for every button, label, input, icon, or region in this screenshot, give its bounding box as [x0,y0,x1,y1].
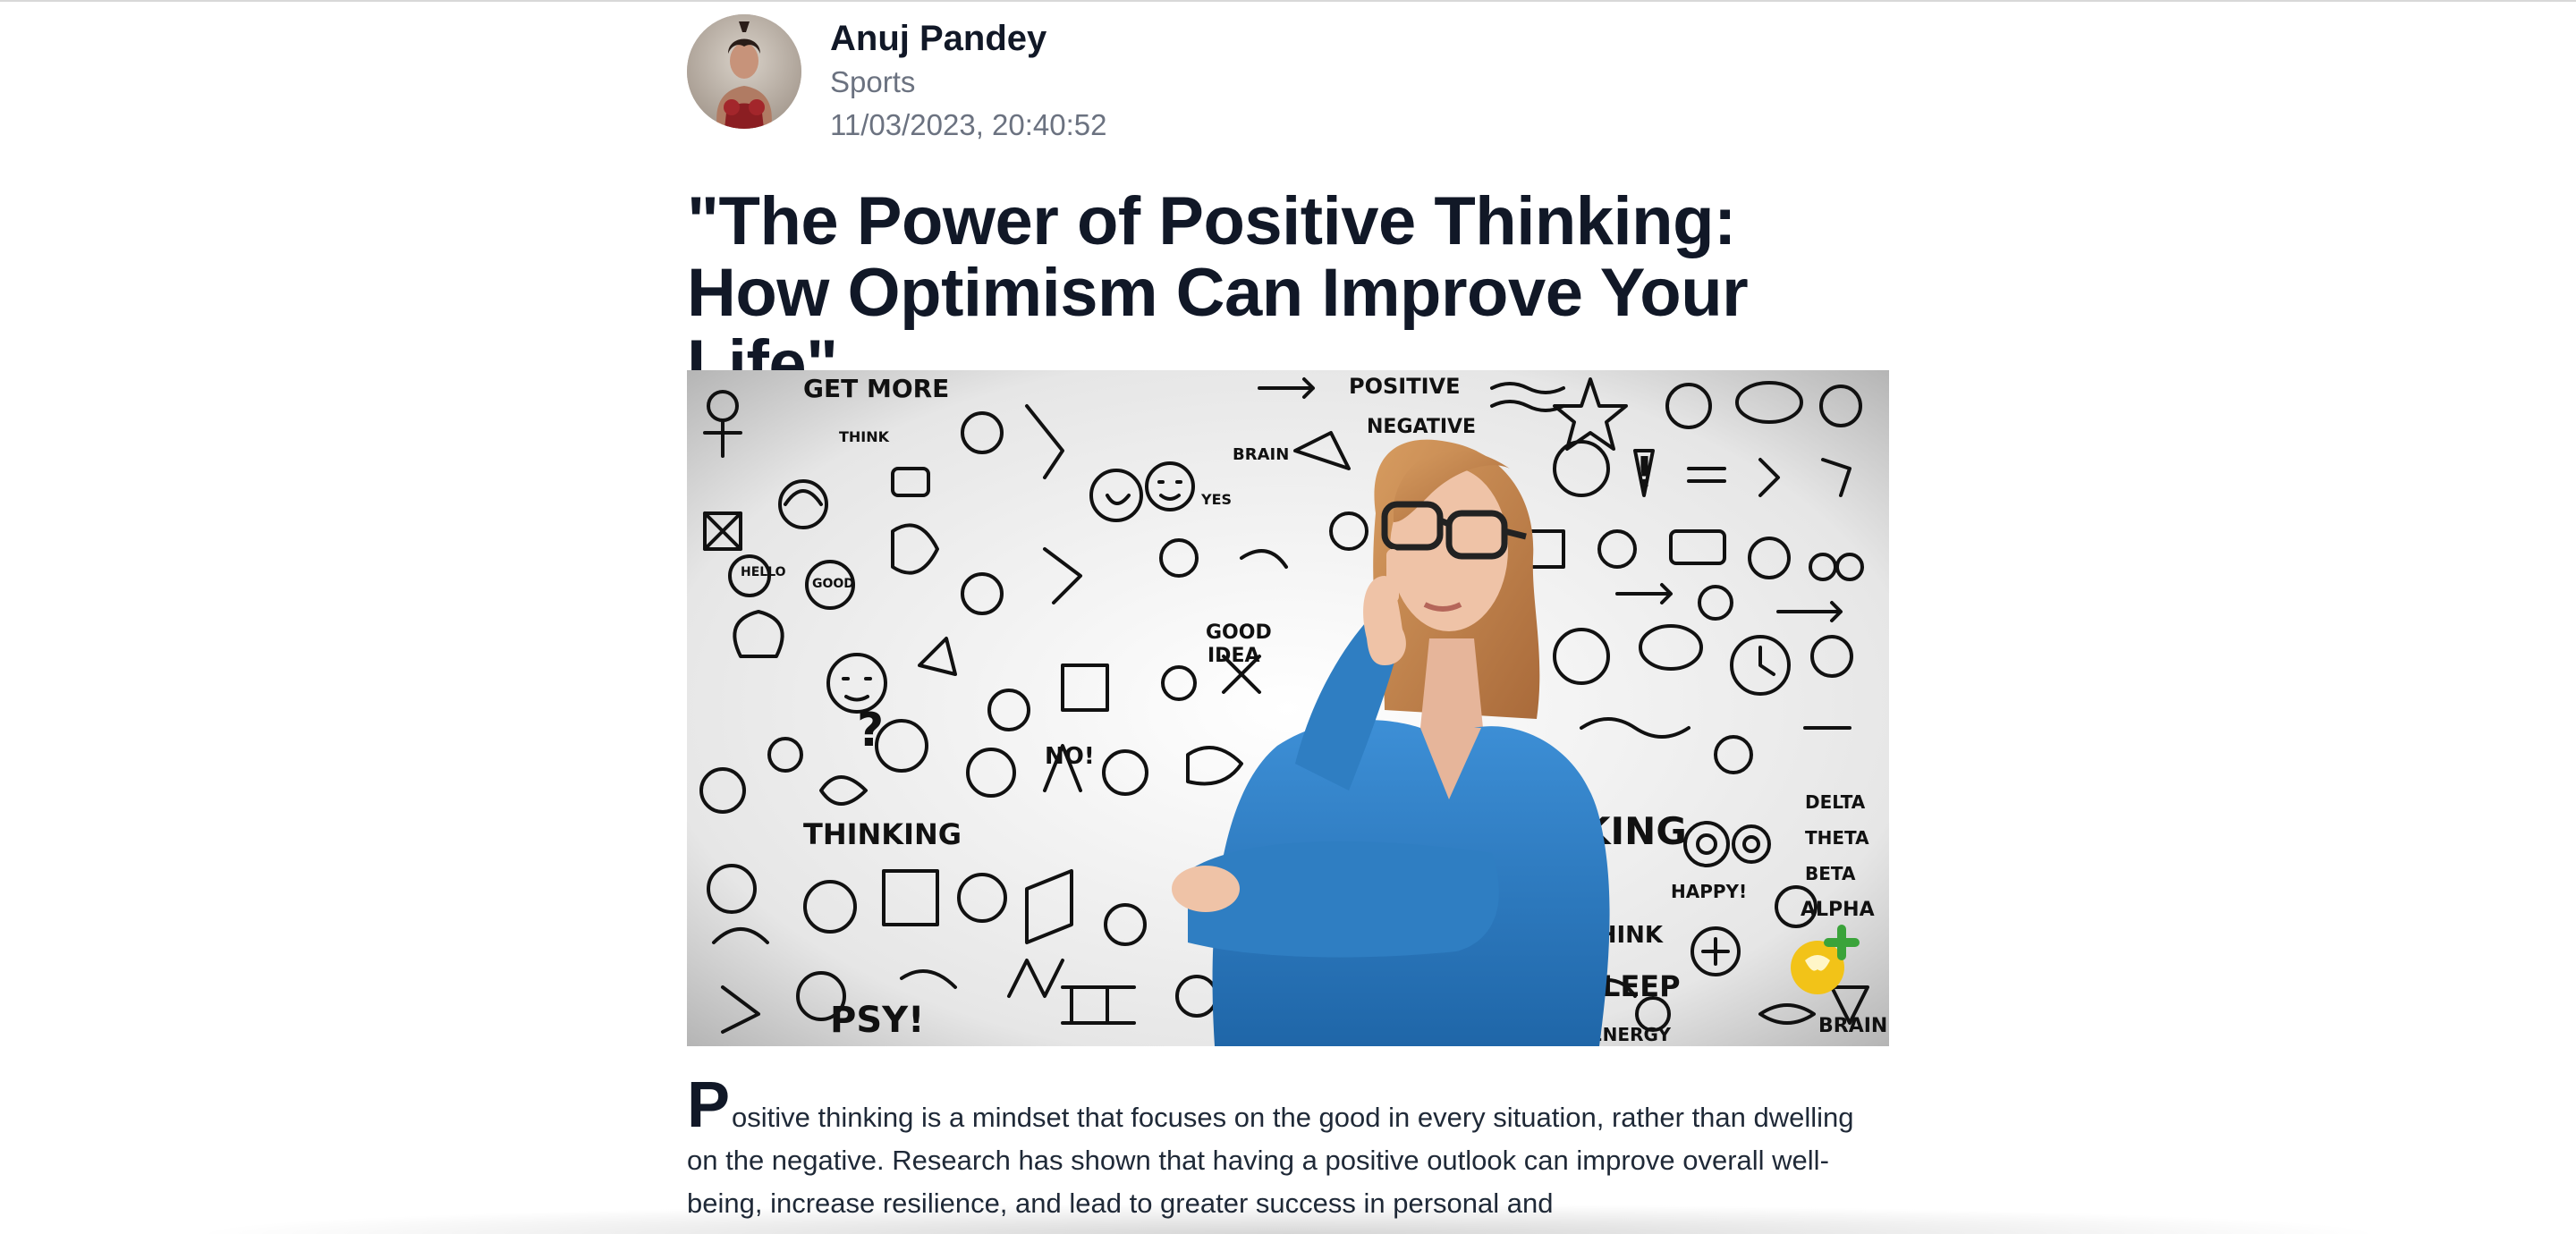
svg-text:NEGATIVE: NEGATIVE [1367,416,1476,438]
drop-cap: P [687,1069,731,1141]
svg-text:GET MORE: GET MORE [803,374,949,403]
svg-text:BETA: BETA [1805,863,1856,884]
svg-text:GOOD: GOOD [1206,621,1272,644]
hero-image: GET MORE THINK POSITIVE NEGATIVE BRAIN H… [687,370,1889,1046]
svg-text:BRAIN: BRAIN [1233,445,1289,464]
svg-text:ALPHA: ALPHA [1801,899,1875,921]
article-page: Anuj Pandey Sports 11/03/2023, 20:40:52 … [0,0,2576,1234]
article-body-paragraph: Positive thinking is a mindset that focu… [687,1073,1889,1225]
svg-text:DELTA: DELTA [1805,791,1866,813]
svg-text:BRAIN: BRAIN [1818,1015,1887,1037]
svg-text:THETA: THETA [1805,827,1869,849]
avatar[interactable] [687,14,801,129]
avatar-photo-icon [687,14,801,129]
thinking-woman-doodle-icon: GET MORE THINK POSITIVE NEGATIVE BRAIN H… [687,370,1889,1046]
svg-text:YES: YES [1200,491,1232,508]
body-paragraph-text: ositive thinking is a mindset that focus… [687,1102,1854,1219]
post-timestamp: 11/03/2023, 20:40:52 [830,108,1107,141]
svg-text:NO!: NO! [1045,743,1095,770]
svg-text:THINK: THINK [839,428,890,445]
article-title: "The Power of Positive Thinking: How Opt… [687,183,1749,402]
svg-text:IDEA: IDEA [1208,645,1260,667]
svg-text:ENERGY: ENERGY [1590,1024,1671,1045]
author-meta: Anuj Pandey Sports 11/03/2023, 20:40:52 [830,14,1107,143]
svg-text:PSY!: PSY! [830,1000,924,1041]
svg-text:THINKING: THINKING [803,817,962,851]
svg-text:GOOD: GOOD [812,577,854,591]
svg-text:HAPPY!: HAPPY! [1671,881,1747,902]
author-name[interactable]: Anuj Pandey [830,20,1107,57]
svg-text:?: ? [857,704,884,757]
svg-text:!: ! [1635,448,1654,496]
author-category[interactable]: Sports [830,64,1107,100]
svg-text:HELLO: HELLO [741,565,786,579]
svg-text:POSITIVE: POSITIVE [1349,374,1460,399]
author-header: Anuj Pandey Sports 11/03/2023, 20:40:52 [687,14,1889,148]
